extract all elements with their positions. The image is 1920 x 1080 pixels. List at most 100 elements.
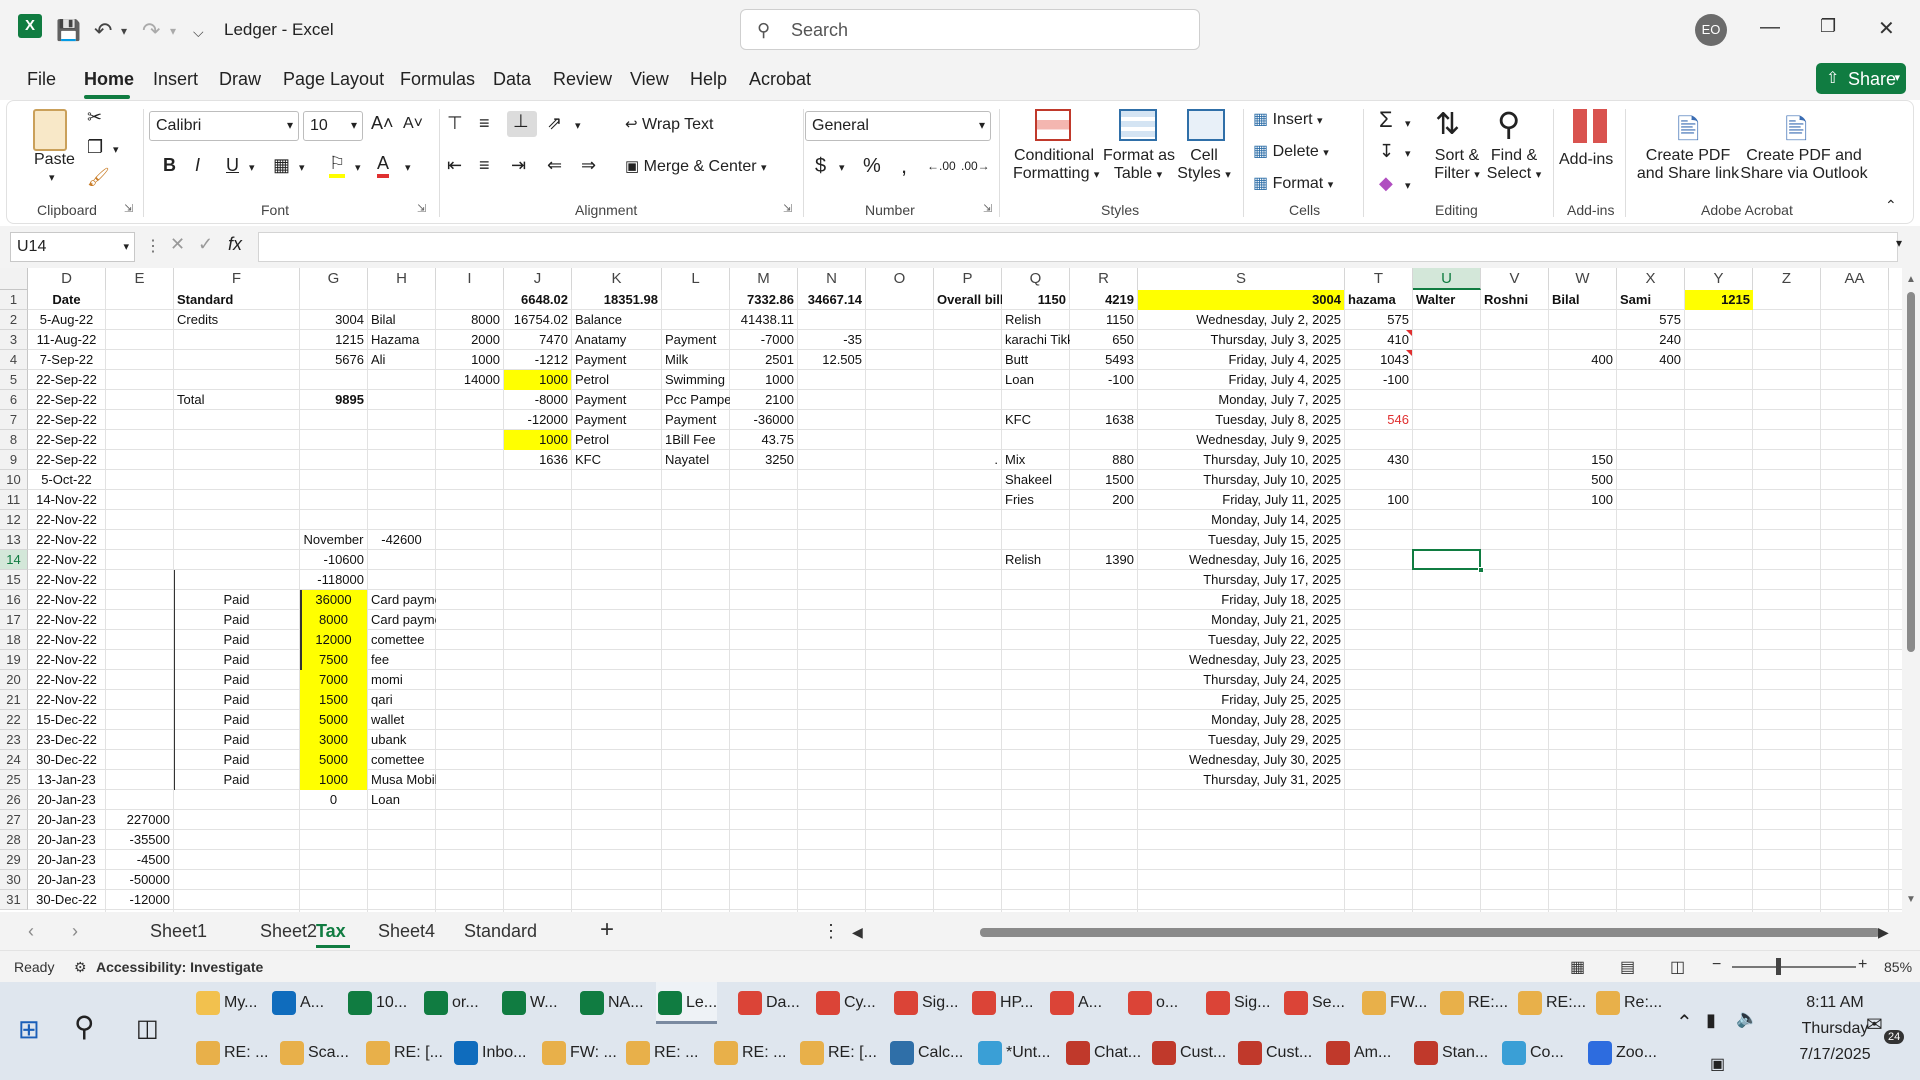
cell-x4[interactable]: 400 — [1617, 350, 1684, 370]
cell-h4[interactable]: Ali — [371, 350, 436, 370]
sheet-tab-tax[interactable]: Tax — [316, 921, 346, 942]
underline-dropdown-icon[interactable]: ▾ — [249, 161, 255, 174]
taskbar-app[interactable]: RE: ... — [624, 1032, 698, 1074]
cell-g14[interactable]: -10600 — [300, 550, 367, 570]
column-header-x[interactable]: X — [1617, 268, 1685, 290]
middle-align-icon[interactable]: ≡ — [479, 113, 490, 134]
cell-d7[interactable]: 22-Sep-22 — [28, 410, 105, 430]
taskbar-app[interactable]: or... — [422, 982, 479, 1024]
cell-f18[interactable]: Paid — [174, 630, 299, 650]
search-box[interactable]: ⚲ Search — [740, 9, 1200, 50]
row-header-2[interactable]: 2 — [0, 310, 28, 330]
page-layout-view-icon[interactable]: ▤ — [1620, 957, 1635, 977]
taskbar-app[interactable]: RE: [... — [364, 1032, 443, 1074]
cell-f16[interactable]: Paid — [174, 590, 299, 610]
cell-s12[interactable]: Monday, July 14, 2025 — [1138, 510, 1344, 530]
decrease-indent-icon[interactable]: ⇐ — [547, 155, 562, 176]
cell-f2[interactable]: Credits — [177, 310, 300, 330]
cell-d13[interactable]: 22-Nov-22 — [28, 530, 105, 550]
cell-d31[interactable]: 30-Dec-22 — [28, 890, 105, 910]
row-header-26[interactable]: 26 — [0, 790, 28, 810]
cell-s22[interactable]: Monday, July 28, 2025 — [1138, 710, 1344, 730]
cell-s7[interactable]: Tuesday, July 8, 2025 — [1138, 410, 1344, 430]
row-header-27[interactable]: 27 — [0, 810, 28, 830]
cell-q9[interactable]: Mix — [1005, 450, 1070, 470]
insert-cells-button[interactable]: ▦ Insert ▾ — [1253, 109, 1323, 129]
cell-q3[interactable]: karachi Tikk — [1005, 330, 1070, 350]
taskbar-app[interactable]: o... — [1126, 982, 1178, 1024]
cell-d21[interactable]: 22-Nov-22 — [28, 690, 105, 710]
cell-f20[interactable]: Paid — [174, 670, 299, 690]
row-header-4[interactable]: 4 — [0, 350, 28, 370]
cell-g16[interactable]: 36000 — [300, 590, 367, 610]
cell-d2[interactable]: 5-Aug-22 — [28, 310, 105, 330]
cell-u1[interactable]: Walter — [1416, 290, 1481, 310]
cell-y1[interactable]: 1215 — [1685, 290, 1753, 310]
row-header-3[interactable]: 3 — [0, 330, 28, 350]
zoom-out-icon[interactable]: − — [1712, 956, 1721, 974]
name-box[interactable]: U14 ▾ — [10, 232, 135, 262]
cell-q4[interactable]: Butt — [1005, 350, 1070, 370]
cell-d23[interactable]: 23-Dec-22 — [28, 730, 105, 750]
cell-j5[interactable]: 1000 — [504, 370, 571, 390]
taskbar-app[interactable]: Cy... — [814, 982, 876, 1024]
cell-d3[interactable]: 11-Aug-22 — [28, 330, 105, 350]
cell-f24[interactable]: Paid — [174, 750, 299, 770]
cell-s23[interactable]: Tuesday, July 29, 2025 — [1138, 730, 1344, 750]
align-center-icon[interactable]: ≡ — [479, 155, 490, 176]
more-options-icon[interactable]: ⋮ — [145, 236, 161, 256]
cell-d22[interactable]: 15-Dec-22 — [28, 710, 105, 730]
taskbar-app[interactable]: RE: ... — [194, 1032, 268, 1074]
accessibility-status[interactable]: Accessibility: Investigate — [96, 959, 263, 975]
addins-button[interactable]: Add-ins — [1559, 151, 1613, 169]
cell-g18[interactable]: 12000 — [300, 630, 367, 650]
cell-l4[interactable]: Milk — [665, 350, 730, 370]
tab-data[interactable]: Data — [493, 69, 531, 90]
paste-dropdown-icon[interactable]: ▾ — [49, 171, 55, 184]
cell-f1[interactable]: Standard — [177, 290, 300, 310]
cell-l5[interactable]: Swimming — [665, 370, 730, 390]
column-header-t[interactable]: T — [1345, 268, 1413, 290]
cell-e29[interactable]: -4500 — [106, 850, 173, 870]
insert-function-icon[interactable]: fx — [228, 234, 242, 255]
customize-toolbar-icon[interactable]: ⌵ — [193, 24, 204, 41]
taskbar-app[interactable]: Cust... — [1236, 1032, 1312, 1074]
font-name-select[interactable]: Calibri ▾ — [149, 111, 299, 141]
enter-icon[interactable]: ✓ — [198, 234, 213, 255]
cell-d5[interactable]: 22-Sep-22 — [28, 370, 105, 390]
cell-m9[interactable]: 3250 — [730, 450, 797, 470]
cell-g15[interactable]: -118000 — [300, 570, 367, 590]
cell-g26[interactable]: 0 — [300, 790, 367, 810]
column-header-j[interactable]: J — [504, 268, 572, 290]
sheet-tab-standard[interactable]: Standard — [464, 921, 537, 942]
cell-n1[interactable]: 34667.14 — [798, 290, 865, 310]
sort-filter-icon[interactable]: ⇅ — [1435, 107, 1460, 142]
taskbar-app[interactable]: Le... — [656, 982, 718, 1024]
cell-g13[interactable]: November — [300, 530, 367, 550]
tab-file[interactable]: File — [27, 69, 56, 90]
cell-d10[interactable]: 5-Oct-22 — [28, 470, 105, 490]
cell-j8[interactable]: 1000 — [504, 430, 571, 450]
cell-x3[interactable]: 240 — [1617, 330, 1684, 350]
cell-t2[interactable]: 575 — [1345, 310, 1412, 330]
taskbar-app[interactable]: RE: [... — [798, 1032, 877, 1074]
paste-button[interactable]: Paste — [34, 151, 75, 169]
windows-start-icon[interactable]: ⊞ — [18, 1014, 40, 1045]
taskbar-app[interactable]: FW... — [1360, 982, 1427, 1024]
italic-icon[interactable]: I — [195, 155, 200, 176]
format-cells-button[interactable]: ▦ Format ▾ — [1253, 173, 1333, 193]
cell-p1[interactable]: Overall bill — [937, 290, 1002, 310]
column-header-f[interactable]: F — [174, 268, 300, 290]
cell-s1[interactable]: 3004 — [1138, 290, 1344, 310]
cell-v1[interactable]: Roshni — [1484, 290, 1549, 310]
cell-d29[interactable]: 20-Jan-23 — [28, 850, 105, 870]
cell-s20[interactable]: Thursday, July 24, 2025 — [1138, 670, 1344, 690]
row-header-7[interactable]: 7 — [0, 410, 28, 430]
cell-f22[interactable]: Paid — [174, 710, 299, 730]
column-header-p[interactable]: P — [934, 268, 1002, 290]
select-all-corner[interactable] — [0, 268, 28, 290]
cell-l6[interactable]: Pcc Pamper — [665, 390, 730, 410]
paste-icon[interactable] — [33, 109, 67, 151]
tab-help[interactable]: Help — [690, 69, 727, 90]
addins-icon[interactable] — [1573, 109, 1607, 143]
